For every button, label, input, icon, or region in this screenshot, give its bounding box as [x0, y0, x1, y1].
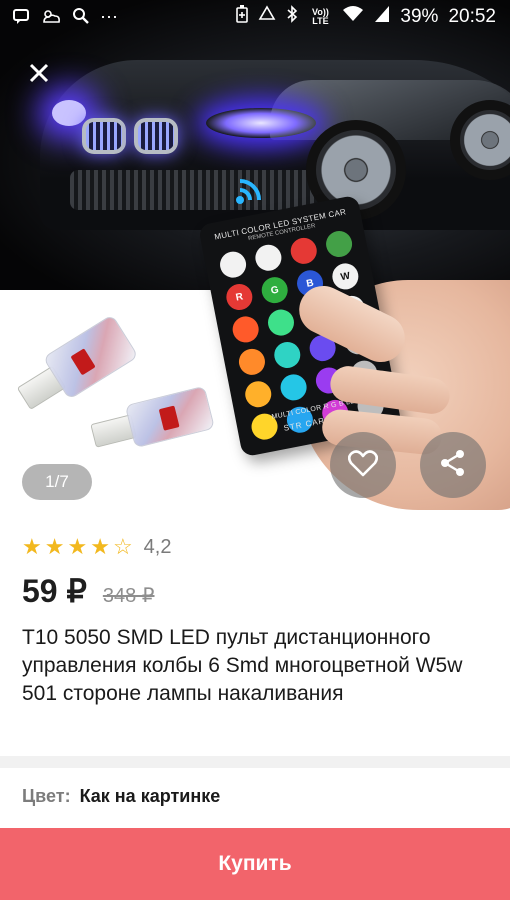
weather-icon	[40, 7, 62, 28]
price-row: 59 ₽ 348 ₽	[22, 572, 155, 610]
rating-value: 4,2	[143, 535, 172, 558]
current-price: 59 ₽	[22, 573, 87, 609]
bumper	[70, 170, 320, 210]
remote-button	[278, 372, 309, 403]
wireless-signal-icon	[232, 176, 268, 208]
close-button[interactable]	[22, 58, 56, 92]
grille-left	[82, 118, 126, 154]
bluetooth-icon	[286, 5, 298, 29]
gallery-counter: 1/7	[22, 464, 92, 500]
clock: 20:52	[448, 6, 496, 27]
remote-button: W	[330, 261, 361, 292]
battery-saver-icon	[236, 5, 249, 29]
product-title: T10 5050 SMD LED пульт дистанционного уп…	[22, 626, 463, 705]
lte-icon: Vo)) LTE	[312, 7, 329, 26]
color-option[interactable]: Цвет: Как на картинке	[22, 786, 220, 807]
star-empty-icon: ☆	[112, 533, 133, 559]
remote-button	[253, 242, 284, 274]
battery-percent: 39%	[400, 6, 439, 27]
section-divider	[0, 756, 510, 768]
wifi-icon	[342, 5, 364, 29]
heart-icon	[347, 449, 379, 482]
remote-button	[236, 346, 268, 378]
notification-icon	[12, 7, 30, 28]
color-option-label: Цвет:	[22, 786, 71, 806]
search-icon	[72, 7, 90, 28]
more-icon: ⋯	[100, 6, 119, 27]
headlight-right	[206, 108, 316, 138]
favorite-button[interactable]	[330, 432, 396, 498]
status-bar: ⋯ Vo)) LTE 39% 20:52	[0, 0, 510, 34]
product-image-gallery[interactable]: MULTI COLOR LED SYSTEM CAR REMOTE CONTRO…	[0, 0, 510, 512]
share-button[interactable]	[420, 432, 486, 498]
remote-button	[288, 235, 319, 267]
remote-button: G	[259, 274, 290, 306]
rating-stars: ★ ★ ★ ★ ☆	[22, 533, 136, 559]
remote-button	[272, 339, 303, 371]
remote-button	[265, 307, 297, 338]
color-option-value: Как на картинке	[79, 786, 221, 806]
old-price: 348 ₽	[102, 585, 155, 607]
star-filled-icon: ★	[67, 533, 88, 559]
remote-button	[323, 228, 355, 260]
remote-button	[230, 314, 261, 345]
buy-button[interactable]: Купить	[0, 828, 510, 900]
rating[interactable]: ★ ★ ★ ★ ☆ 4,2	[22, 534, 171, 560]
share-icon	[439, 449, 467, 482]
remote-button	[243, 378, 274, 410]
grille-right	[134, 118, 178, 154]
star-filled-icon: ★	[44, 533, 65, 559]
remote-button: R	[224, 281, 255, 313]
signal-icon	[374, 5, 390, 29]
recycle-icon	[258, 5, 276, 29]
star-filled-icon: ★	[90, 533, 110, 559]
close-icon	[28, 62, 50, 89]
headlight-left	[52, 100, 86, 126]
remote-button	[217, 249, 249, 280]
star-filled-icon: ★	[22, 533, 42, 559]
